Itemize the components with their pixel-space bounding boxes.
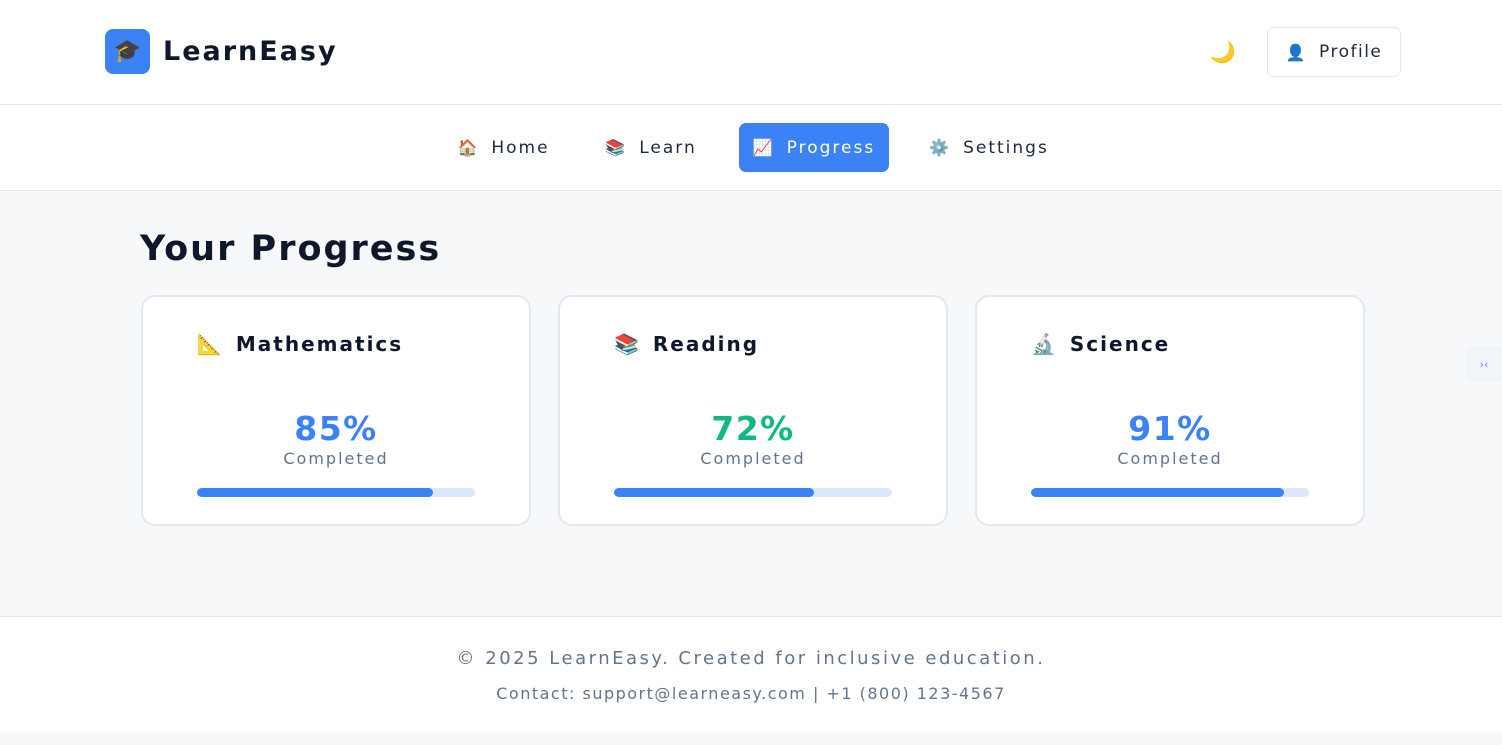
nav-home[interactable]: 🏠 Home [447, 123, 560, 172]
profile-label: Profile [1319, 42, 1383, 62]
card-status: Completed [283, 449, 389, 468]
progress-card-reading: 📚 Reading 72% Completed [558, 295, 948, 526]
microscope-icon: 🔬 [1031, 332, 1058, 356]
books-icon: 📚 [605, 138, 628, 157]
nav-settings-label: Settings [963, 137, 1049, 158]
card-header: 🔬 Science [1031, 329, 1170, 359]
page-title: Your Progress [140, 229, 442, 269]
card-percent: 72% [711, 409, 795, 448]
chart-increasing-icon: 📈 [752, 138, 775, 157]
app-header: 🎓 LearnEasy 🌙 👤 Profile [0, 0, 1502, 105]
page-footer: © 2025 LearnEasy. Created for inclusive … [0, 616, 1502, 731]
logo-glyph: 🎓 [113, 38, 142, 64]
graduation-cap-icon[interactable]: 🎓 [105, 29, 150, 74]
main-nav: 🏠 Home 📚 Learn 📈 Progress ⚙️ Settings [0, 105, 1502, 191]
progress-card-mathematics: 📐 Mathematics 85% Completed [141, 295, 531, 526]
house-icon: 🏠 [457, 138, 480, 157]
progress-bar [197, 488, 475, 497]
progress-bar-fill [1031, 488, 1284, 497]
card-subject: Science [1069, 332, 1171, 356]
moon-icon[interactable]: 🌙 [1207, 36, 1239, 68]
progress-card-science: 🔬 Science 91% Completed [975, 295, 1365, 526]
gear-icon: ⚙️ [929, 138, 952, 157]
profile-button[interactable]: 👤 Profile [1267, 27, 1401, 77]
card-header: 📐 Mathematics [197, 329, 403, 359]
card-percent: 91% [1128, 409, 1212, 448]
footer-contact: Contact: support@learneasy.com | +1 (800… [496, 684, 1006, 703]
nav-progress[interactable]: 📈 Progress [739, 123, 889, 172]
progress-bar [1031, 488, 1309, 497]
progress-bar-fill [614, 488, 815, 497]
progress-bar [614, 488, 892, 497]
card-header: 📚 Reading [614, 329, 759, 359]
card-status: Completed [700, 449, 806, 468]
card-status: Completed [1117, 449, 1223, 468]
brand-name[interactable]: LearnEasy [163, 32, 338, 72]
books-icon: 📚 [614, 332, 641, 356]
side-widget-icon[interactable]: ›‹ [1466, 346, 1502, 382]
footer-copyright: © 2025 LearnEasy. Created for inclusive … [456, 648, 1046, 669]
triangular-ruler-icon: 📐 [197, 332, 224, 356]
nav-progress-label: Progress [786, 137, 876, 158]
progress-bar-fill [197, 488, 434, 497]
nav-learn[interactable]: 📚 Learn [595, 123, 707, 172]
card-subject: Mathematics [235, 332, 404, 356]
card-percent: 85% [294, 409, 378, 448]
card-subject: Reading [652, 332, 760, 356]
nav-home-label: Home [491, 137, 550, 158]
nav-learn-label: Learn [639, 137, 697, 158]
user-icon: 👤 [1285, 42, 1308, 62]
nav-settings[interactable]: ⚙️ Settings [920, 123, 1058, 172]
